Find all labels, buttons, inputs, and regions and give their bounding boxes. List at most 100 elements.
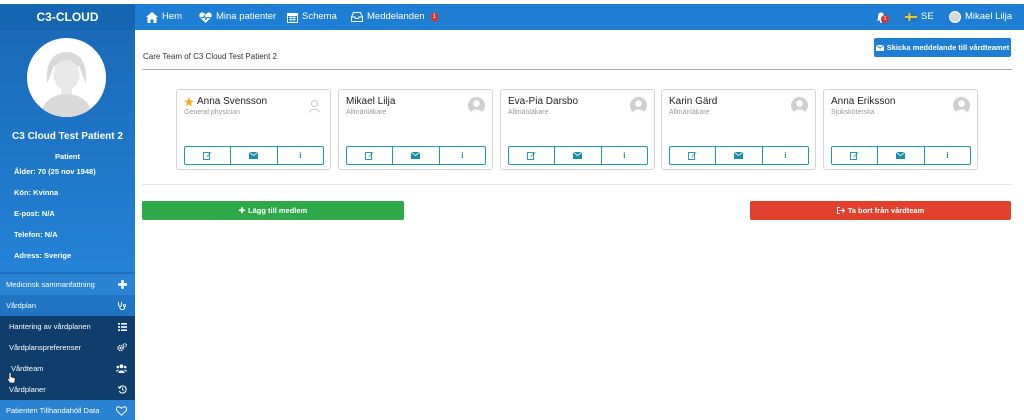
star-icon [184,96,194,106]
home-icon [146,11,158,23]
user-avatar [949,11,961,23]
message-member-button[interactable] [231,147,278,164]
member-info-button[interactable]: i [602,147,647,164]
member-actions: i [346,146,486,165]
sidebar-item-medical-summary[interactable]: Medicinsk sammanfattning [0,274,135,295]
edit-icon [203,152,212,160]
member-name-text: Anna Eriksson [831,96,896,107]
language-label: SE [921,11,934,22]
member-role: Allmänläkare [346,109,387,116]
message-member-button[interactable] [716,147,763,164]
member-name: Eva-Pia Darsbo [508,96,578,107]
users-icon [116,364,127,373]
edit-member-button[interactable] [347,147,394,164]
sidebar: C3 Cloud Test Patient 2 Patient Ålder: 7… [0,30,135,420]
member-avatar [468,97,485,114]
envelope-icon [734,152,744,159]
care-team-member-card: Anna Eriksson Sjuksköterska i [823,89,978,170]
calendar-icon [287,12,298,23]
user-menu[interactable]: Mikael Lilja [949,4,1012,30]
cogs-icon [117,343,127,352]
messages-count-badge: 1 [430,13,438,21]
message-member-button[interactable] [393,147,440,164]
brand-logo[interactable]: C3-CLOUD [0,4,135,30]
message-member-button[interactable] [878,147,925,164]
envelope-icon [896,152,906,159]
info-icon: i [623,151,626,160]
heart-icon [116,405,127,416]
history-icon [118,385,127,394]
nav-home[interactable]: Hem [146,4,182,30]
member-actions: i [831,146,971,165]
member-actions: i [508,146,648,165]
stethoscope-icon [118,301,127,310]
member-role: General physician [184,109,241,116]
sidebar-item-care-plan-management[interactable]: Hantering av vårdplanen [0,316,135,337]
patient-gender: Kön: Kvinna [14,188,59,197]
add-member-button[interactable]: ✚ Lägg till medlem [142,201,404,220]
member-actions: i [669,146,809,165]
language-selector[interactable]: SE [905,4,934,30]
patient-avatar [27,38,106,117]
patient-age: Ålder: 70 (25 nov 1948) [14,167,96,176]
edit-icon [365,152,374,160]
sidebar-item-patient-provided-data[interactable]: Patienten Tillhandahöll Data [0,400,135,420]
member-avatar [953,97,970,114]
message-member-button[interactable] [555,147,602,164]
member-avatar [791,97,808,114]
patient-address: Adress: Sverige [14,251,72,260]
nav-schedule[interactable]: Schema [287,4,337,30]
sidebar-item-label: Patienten Tillhandahöll Data [6,406,100,415]
title-divider [142,69,1012,70]
envelope-icon [875,44,884,51]
member-role: Allmänläkare [508,109,549,116]
member-name-text: Mikael Lilja [346,96,396,107]
care-team-member-card: Eva-Pia Darsbo Allmänläkare i [500,89,655,170]
edit-member-button[interactable] [670,147,717,164]
user-name: Mikael Lilja [965,11,1012,22]
sweden-flag-icon [905,13,917,21]
member-avatar [306,97,323,114]
nav-home-label: Hem [162,11,183,22]
patient-email: E-post: N/A [14,209,55,218]
notifications-badge: 1 [881,15,889,23]
envelope-icon [573,152,583,159]
member-name: Anna Eriksson [831,96,895,107]
nav-my-patients-label: Mina patienter [216,11,277,22]
sidebar-item-care-team[interactable]: Vårdteam [0,358,135,379]
member-name-text: Anna Svensson [197,96,268,107]
edit-member-button[interactable] [185,147,232,164]
send-message-to-care-team-button[interactable]: Skicka meddelande till vårdteamet [874,38,1011,57]
sidebar-item-label: Vårdplaner [9,385,46,394]
top-navbar: C3-CLOUD Hem Mina patienter Schema Medde… [0,4,1024,30]
edit-member-button[interactable] [509,147,556,164]
page-title: Care Team of C3 Cloud Test Patient 2 [143,52,277,61]
patient-name: C3 Cloud Test Patient 2 [12,131,123,142]
member-info-button[interactable]: i [763,147,808,164]
nav-schedule-label: Schema [302,11,337,22]
member-info-button[interactable]: i [925,147,970,164]
envelope-icon [411,152,421,159]
info-icon: i [946,151,949,160]
sidebar-item-care-plans[interactable]: Vårdplaner [0,379,135,400]
sidebar-item-care-plan-preferences[interactable]: Vårdplanspreferenser [0,337,135,358]
edit-icon [850,152,859,160]
remove-from-care-team-button[interactable]: Ta bort från vårdteam [750,201,1011,220]
mouse-cursor-icon [7,372,16,384]
member-info-button[interactable]: i [278,147,323,164]
care-team-member-card: Mikael Lilja Allmänläkare i [338,89,493,170]
member-name-text: Karin Gärd [669,96,718,107]
nav-my-patients[interactable]: Mina patienter [199,4,276,30]
sidebar-item-label: Hantering av vårdplanen [9,322,91,331]
edit-member-button[interactable] [832,147,879,164]
add-member-label: Lägg till medlem [248,206,308,215]
member-info-button[interactable]: i [440,147,485,164]
member-role: Allmänläkare [669,109,710,116]
edit-icon [688,152,697,160]
care-team-member-card: Anna Svensson General physician i [176,89,331,170]
remove-from-team-label: Ta bort från vårdteam [847,206,925,215]
nav-messages[interactable]: Meddelanden 1 [351,4,438,30]
sidebar-item-label: Vårdplanspreferenser [9,343,82,352]
envelope-icon [249,152,259,159]
sidebar-item-care-plan[interactable]: Vårdplan [0,295,135,316]
